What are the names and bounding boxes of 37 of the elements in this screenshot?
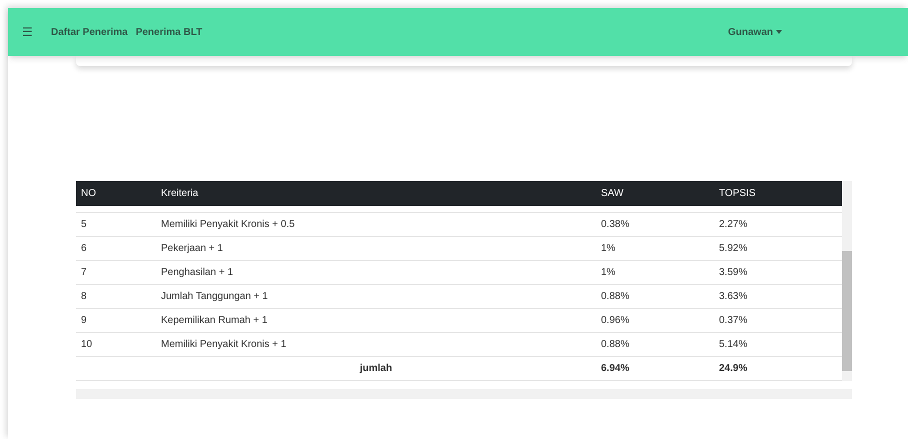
table-cell: 1% <box>596 260 714 284</box>
table-cell: Penghasilan + 1 <box>156 260 596 284</box>
table-cell: 5.92% <box>714 236 842 260</box>
table-cell: jumlah <box>156 356 596 380</box>
table-cell: 0.96% <box>596 308 714 332</box>
table-cell: 5.14% <box>714 332 842 356</box>
table-cell: 3.63% <box>714 284 842 308</box>
table-cell: 8 <box>76 284 156 308</box>
table-cell: Jumlah Tanggungan + 1 <box>156 284 596 308</box>
column-header: SAW <box>596 181 714 206</box>
table-cell: Kepemilikan Rumah + 1 <box>156 308 596 332</box>
table-cell: 1% <box>596 236 714 260</box>
menu-icon[interactable]: ☰ <box>22 23 33 41</box>
caret-icon <box>776 30 782 34</box>
table-cell: 9 <box>76 308 156 332</box>
table-cell: Memiliki Penyakit Kronis + 0.5 <box>156 212 596 236</box>
table-cell: 2.27% <box>714 212 842 236</box>
user-dropdown[interactable]: Gunawan <box>728 24 782 40</box>
table-cell: 7 <box>76 260 156 284</box>
table-cell: 5 <box>76 212 156 236</box>
column-header: TOPSIS <box>714 181 842 206</box>
column-header: Kreiteria <box>156 181 596 206</box>
column-header: NO <box>76 181 156 206</box>
table-cell: 6.94% <box>596 356 714 380</box>
nav-link[interactable]: Penerima BLT <box>136 24 202 40</box>
table-cell: Memiliki Penyakit Kronis + 1 <box>156 332 596 356</box>
table-cell: 0.37% <box>714 308 842 332</box>
vertical-scrollbar[interactable] <box>842 181 852 380</box>
table-cell: 0.88% <box>596 332 714 356</box>
table-cell: Pekerjaan + 1 <box>156 236 596 260</box>
nav-link[interactable]: Daftar Penerima <box>51 24 128 40</box>
table-cell: 0.88% <box>596 284 714 308</box>
table-cell: 10 <box>76 332 156 356</box>
table-cell: 3.59% <box>714 260 842 284</box>
table-cell: 0.38% <box>596 212 714 236</box>
table-cell: 6 <box>76 236 156 260</box>
table-cell: 24.9% <box>714 356 842 380</box>
